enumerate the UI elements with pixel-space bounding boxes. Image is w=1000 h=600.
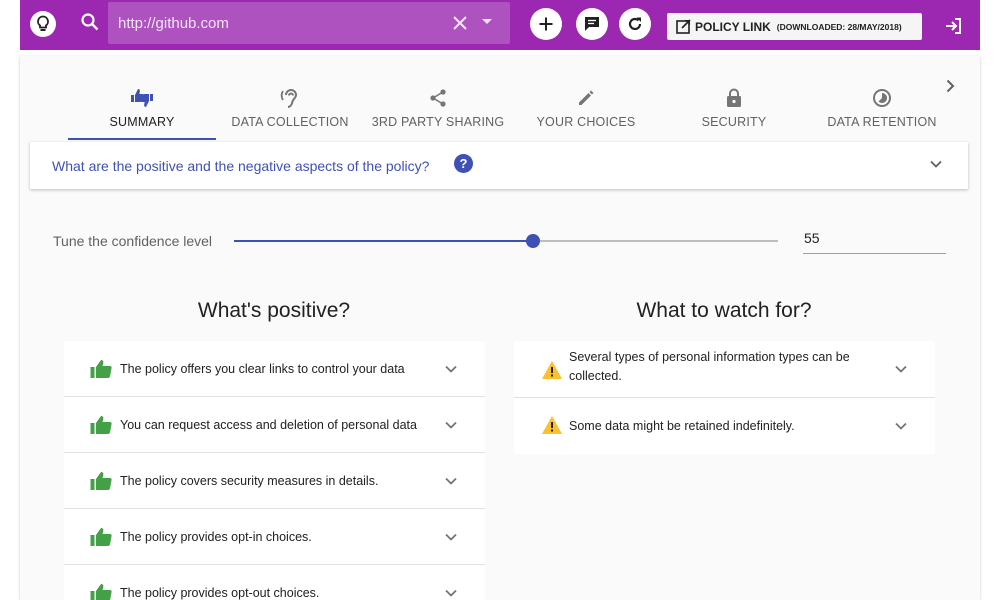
chevron-down-icon[interactable]	[929, 157, 943, 171]
chevron-right-icon[interactable]	[942, 78, 958, 94]
thumbs-up-icon	[90, 528, 112, 546]
list-item[interactable]: You can request access and deletion of p…	[64, 397, 485, 453]
confidence-value[interactable]: 55	[804, 230, 820, 246]
tab-security[interactable]: SECURITY	[660, 56, 808, 142]
chevron-down-icon[interactable]	[444, 418, 458, 432]
lock-icon	[727, 88, 741, 107]
list-item-text: The policy offers you clear links to con…	[120, 362, 405, 376]
list-item-text: The policy provides opt-in choices.	[120, 530, 312, 544]
list-item[interactable]: The policy covers security measures in d…	[64, 453, 485, 509]
confidence-label: Tune the confidence level	[53, 233, 213, 249]
confidence-input[interactable]: 55	[803, 228, 946, 254]
thumbs-up-icon	[90, 360, 112, 378]
list-item-text: The policy provides opt-out choices.	[120, 586, 320, 600]
tab-3rd-party-sharing[interactable]: 3RD PARTY SHARING	[364, 56, 512, 142]
list-item[interactable]: Several types of personal information ty…	[514, 341, 935, 398]
refresh-button[interactable]	[619, 8, 651, 40]
negative-title: What to watch for?	[636, 299, 812, 322]
policy-link-button[interactable]: POLICY LINK (DOWNLOADED: 28/MAY/2018)	[667, 13, 922, 40]
chevron-down-icon[interactable]	[444, 530, 458, 544]
list-item-text: Several types of personal information ty…	[569, 350, 850, 383]
plus-icon	[539, 17, 553, 31]
url-field[interactable]: http://github.com	[108, 2, 510, 44]
tab-data-retention[interactable]: DATA RETENTION	[808, 56, 956, 142]
main-content: SUMMARY DATA COLLECTION 3RD PARTY SHARIN…	[20, 56, 980, 600]
url-input[interactable]: http://github.com	[118, 15, 229, 32]
chevron-down-icon[interactable]	[894, 419, 908, 433]
list-item[interactable]: Some data might be retained indefinitely…	[514, 398, 935, 454]
close-icon[interactable]	[452, 15, 468, 31]
chevron-down-icon[interactable]	[444, 474, 458, 488]
list-item-text: You can request access and deletion of p…	[120, 418, 417, 432]
thumbs-up-down-icon	[131, 89, 153, 107]
positive-list: The policy offers you clear links to con…	[64, 341, 485, 600]
tab-label: DATA RETENTION	[827, 115, 937, 129]
policy-link-label: POLICY LINK	[695, 19, 771, 34]
lightbulb-icon[interactable]	[30, 11, 56, 37]
exit-icon[interactable]	[943, 16, 963, 36]
tab-label: SECURITY	[701, 115, 767, 129]
add-button[interactable]	[530, 8, 562, 40]
tab-label: YOUR CHOICES	[536, 115, 636, 129]
help-icon[interactable]: ?	[454, 154, 473, 173]
warning-icon	[542, 416, 562, 434]
question-panel[interactable]: What are the positive and the negative a…	[30, 142, 968, 189]
refresh-icon	[628, 17, 642, 31]
positive-title: What's positive?	[197, 299, 351, 322]
list-item[interactable]: The policy offers you clear links to con…	[64, 341, 485, 397]
list-item-text: The policy covers security measures in d…	[120, 474, 379, 488]
confidence-slider[interactable]	[234, 234, 778, 248]
search-icon[interactable]	[80, 12, 100, 32]
share-icon	[430, 89, 446, 107]
thumbs-up-icon	[90, 416, 112, 434]
tab-data-collection[interactable]: DATA COLLECTION	[216, 56, 364, 142]
tab-label: DATA COLLECTION	[231, 115, 349, 129]
tab-label: SUMMARY	[109, 115, 175, 129]
negative-list: Several types of personal information ty…	[514, 341, 935, 454]
chevron-down-icon[interactable]	[444, 362, 458, 376]
question-text: What are the positive and the negative a…	[52, 158, 430, 174]
comment-button[interactable]	[576, 8, 608, 40]
pencil-icon	[579, 90, 594, 105]
warning-icon	[542, 361, 562, 379]
slider-thumb[interactable]	[526, 234, 541, 248]
tab-label: 3RD PARTY SHARING	[371, 115, 505, 129]
list-item[interactable]: The policy provides opt-in choices.	[64, 509, 485, 565]
slider-fill	[234, 240, 534, 242]
tab-your-choices[interactable]: YOUR CHOICES	[512, 56, 660, 142]
chevron-down-icon[interactable]	[444, 586, 458, 600]
hearing-icon	[280, 89, 298, 108]
top-bar: http://github.com POLICY LINK (DOWNLOADE…	[20, 0, 980, 50]
thumbs-up-icon	[90, 584, 112, 600]
list-item[interactable]: The policy provides opt-out choices.	[64, 565, 485, 600]
tab-summary[interactable]: SUMMARY	[68, 56, 216, 142]
comment-icon	[585, 17, 599, 31]
thumbs-up-icon	[90, 472, 112, 490]
downloaded-date: (DOWNLOADED: 28/MAY/2018)	[776, 21, 902, 32]
chevron-down-icon[interactable]	[894, 362, 908, 376]
open-in-new-icon	[676, 19, 691, 34]
timelapse-icon	[873, 89, 891, 107]
list-item-text: Some data might be retained indefinitely…	[569, 419, 795, 433]
active-tab-indicator	[68, 138, 216, 140]
dropdown-arrow-icon[interactable]	[482, 19, 492, 24]
